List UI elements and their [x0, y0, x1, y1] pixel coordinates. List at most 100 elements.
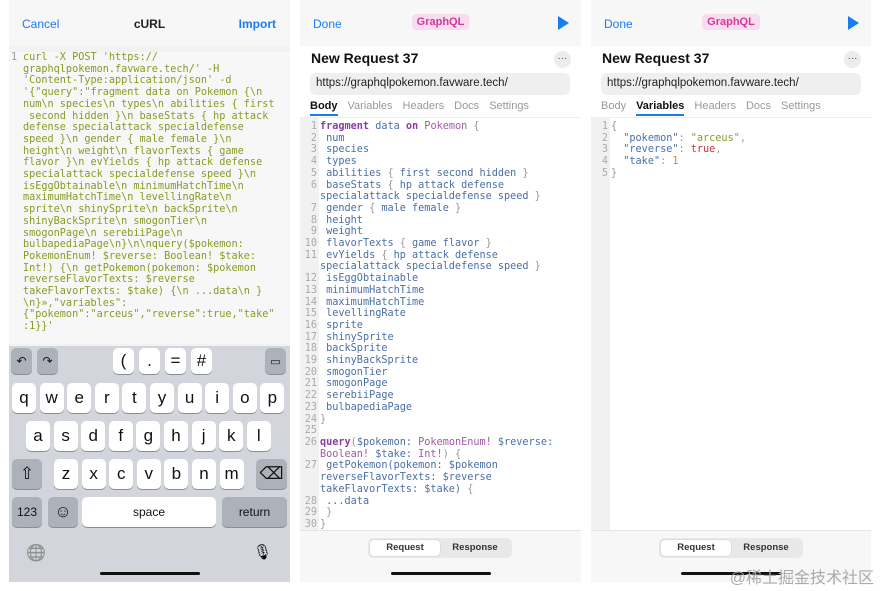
tab-variables[interactable]: Variables	[348, 100, 393, 116]
shift-icon[interactable]: ⇧	[12, 459, 42, 489]
code-text: flavorTexts { game flavor }	[317, 238, 577, 250]
graphql-badge[interactable]: GraphQL	[702, 14, 760, 30]
code-text: maximumHatchTime	[317, 297, 577, 309]
more-icon[interactable]: ···	[554, 51, 571, 68]
toolbar-key[interactable]: =	[165, 348, 186, 374]
key-p[interactable]: p	[260, 383, 285, 413]
code-text: shinyBackSprite	[317, 355, 577, 367]
line-number: 4	[601, 156, 608, 168]
curl-line: height\n weight\n flavorTexts { game	[23, 145, 244, 157]
keyboard-dismiss-icon[interactable]: ▭	[265, 348, 286, 374]
more-icon[interactable]: ···	[844, 51, 861, 68]
tab-body[interactable]: Body	[310, 100, 338, 116]
play-icon[interactable]	[848, 16, 859, 30]
done-button[interactable]: Done	[313, 17, 342, 31]
key-x[interactable]: x	[81, 459, 106, 489]
key-h[interactable]: h	[164, 421, 188, 451]
curl-editor[interactable]: 1 curl -X POST 'https://graphqlpokemon.f…	[9, 52, 290, 344]
play-icon[interactable]	[558, 16, 569, 30]
import-button[interactable]: Import	[239, 17, 276, 31]
tab-settings[interactable]: Settings	[489, 100, 529, 116]
curl-line: :1}}'	[23, 321, 54, 333]
tab-settings[interactable]: Settings	[781, 100, 821, 116]
key-n[interactable]: n	[192, 459, 216, 489]
code-token: PokemonEnum!	[418, 436, 498, 448]
curl-line: {"pokemon":"arceus","reverse":true,"take…	[23, 309, 275, 321]
key-i[interactable]: i	[205, 383, 230, 413]
code-token: male female	[381, 202, 455, 214]
line-number: 12	[304, 273, 317, 285]
key-t[interactable]: t	[122, 383, 147, 413]
numbers-key[interactable]: 123	[12, 497, 42, 527]
code-token: baseStats	[320, 179, 388, 191]
response-segment[interactable]: Response	[731, 540, 801, 556]
url-field[interactable]: https://graphqlpokemon.favware.tech/	[310, 73, 570, 95]
nav-bar: Cancel cURL Import	[9, 0, 290, 46]
variables-editor[interactable]: 1{2 "pokemon": "arceus", 3 "reverse": tru…	[591, 117, 871, 531]
toolbar-key[interactable]: (	[113, 348, 134, 374]
code-token: :	[660, 156, 673, 168]
done-button[interactable]: Done	[604, 17, 633, 31]
key-k[interactable]: k	[219, 421, 244, 451]
space-key[interactable]: space	[82, 497, 216, 527]
request-title[interactable]: New Request 37	[311, 50, 418, 66]
code-text: "take": 1	[608, 156, 868, 168]
response-segment[interactable]: Response	[440, 540, 510, 556]
line-number: 22	[304, 390, 317, 402]
request-segment[interactable]: Request	[661, 540, 731, 556]
key-u[interactable]: u	[177, 383, 202, 413]
key-z[interactable]: z	[54, 459, 78, 489]
key-w[interactable]: w	[39, 383, 64, 413]
key-y[interactable]: y	[150, 383, 174, 413]
footer: Request Response	[300, 531, 581, 582]
tab-docs[interactable]: Docs	[746, 100, 771, 116]
key-e[interactable]: e	[67, 383, 92, 413]
globe-icon[interactable]: 🌐	[26, 543, 46, 563]
code-line: 27 getPokemon(pokemon: $pokemon reverseF…	[300, 460, 577, 495]
emoji-icon[interactable]: ☺	[48, 497, 78, 527]
key-m[interactable]: m	[219, 459, 244, 489]
code-token: Pokemon	[418, 121, 474, 132]
code-line: 3 species	[300, 144, 577, 156]
code-token: {	[381, 249, 394, 261]
key-d[interactable]: d	[81, 421, 106, 451]
key-a[interactable]: a	[26, 421, 50, 451]
line-number: 1	[11, 52, 18, 63]
key-l[interactable]: l	[246, 421, 271, 451]
microphone-icon[interactable]: 🎙	[253, 543, 272, 561]
redo-icon[interactable]: ↷	[37, 348, 58, 374]
code-token: evYields	[320, 249, 382, 261]
return-key[interactable]: return	[222, 497, 287, 527]
tab-variables[interactable]: Variables	[636, 100, 685, 116]
key-s[interactable]: s	[53, 421, 78, 451]
key-b[interactable]: b	[164, 459, 189, 489]
key-j[interactable]: j	[191, 421, 216, 451]
request-segment[interactable]: Request	[370, 540, 440, 556]
tab-headers[interactable]: Headers	[403, 100, 445, 116]
request-title[interactable]: New Request 37	[602, 50, 709, 66]
curl-text[interactable]: curl -X POST 'https://graphqlpokemon.fav…	[23, 52, 274, 333]
toolbar-key[interactable]: .	[139, 348, 160, 374]
toolbar-key[interactable]: #	[191, 348, 212, 374]
code-text: }	[317, 519, 577, 531]
code-token: game flavor	[412, 238, 486, 250]
key-f[interactable]: f	[108, 421, 133, 451]
line-number: 4	[310, 156, 317, 168]
key-q[interactable]: q	[12, 383, 36, 413]
key-g[interactable]: g	[136, 421, 161, 451]
key-o[interactable]: o	[232, 383, 257, 413]
cancel-button[interactable]: Cancel	[22, 17, 59, 31]
key-c[interactable]: c	[109, 459, 134, 489]
body-editor[interactable]: 1 fragment data on Pokemon {2 num 3 specie…	[300, 117, 581, 531]
curl-line: defense specialattack specialdefense	[23, 122, 244, 134]
tab-docs[interactable]: Docs	[454, 100, 479, 116]
tab-body[interactable]: Body	[601, 100, 626, 116]
graphql-badge[interactable]: GraphQL	[411, 14, 470, 30]
url-field[interactable]: https://graphqlpokemon.favware.tech/	[601, 73, 861, 95]
undo-icon[interactable]: ↶	[11, 348, 32, 374]
delete-icon[interactable]: ⌫	[256, 459, 287, 489]
key-v[interactable]: v	[136, 459, 161, 489]
code-token: num	[320, 132, 345, 144]
tab-headers[interactable]: Headers	[694, 100, 736, 116]
key-r[interactable]: r	[94, 383, 119, 413]
